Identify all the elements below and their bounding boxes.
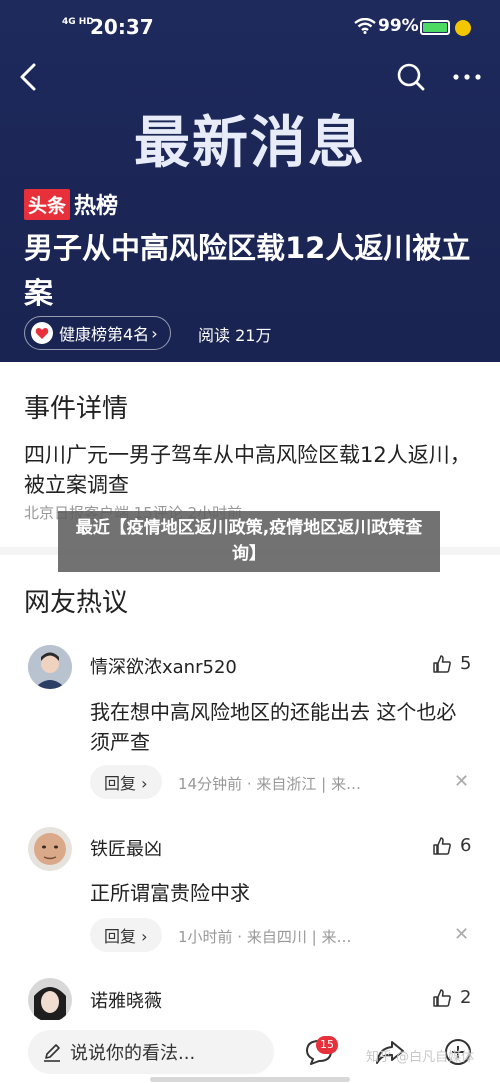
like-button[interactable]: 6 bbox=[432, 835, 471, 856]
commenter-name[interactable]: 情深欲浓xanr520 bbox=[90, 653, 237, 679]
thumbs-up-icon bbox=[433, 988, 451, 1007]
comment-meta: 1小时前 · 来自四川 | 来… bbox=[178, 928, 352, 946]
comment-meta: 14分钟前 · 来自浙江 | 来… bbox=[178, 775, 361, 793]
overlay-caption: 最近【疫情地区返川政策,疫情地区返川政策查询】 bbox=[58, 511, 440, 572]
avatar[interactable] bbox=[28, 645, 72, 689]
home-indicator[interactable] bbox=[150, 1077, 350, 1082]
banner-title: 最新消息 bbox=[134, 111, 366, 176]
close-icon[interactable]: ✕ bbox=[454, 924, 469, 945]
battery-percent: 99% bbox=[378, 16, 419, 36]
heart-icon bbox=[31, 322, 53, 344]
wifi-icon bbox=[354, 18, 376, 34]
status-bar: 4G HD 20:37 99% bbox=[0, 12, 500, 42]
like-button[interactable]: 2 bbox=[432, 987, 471, 1008]
avatar[interactable] bbox=[28, 978, 72, 1022]
comment-input-placeholder: 说说你的看法... bbox=[70, 1043, 196, 1064]
read-count: 阅读 21万 bbox=[198, 326, 272, 345]
commenter-name[interactable]: 铁匠最凶 bbox=[90, 835, 162, 861]
pencil-icon bbox=[44, 1044, 60, 1062]
like-button[interactable]: 5 bbox=[432, 653, 471, 674]
charging-icon bbox=[455, 20, 471, 36]
event-text[interactable]: 四川广元一男子驾车从中高风险区载12人返川，被立案调查 bbox=[24, 440, 480, 500]
thumbs-up-icon bbox=[433, 836, 451, 855]
discussion-section-title: 网友热议 bbox=[24, 588, 129, 618]
hot-list-label[interactable]: 头条 热榜 bbox=[24, 188, 118, 220]
like-count: 2 bbox=[460, 987, 472, 1008]
comment-text[interactable]: 正所谓富贵险中求 bbox=[90, 878, 470, 908]
clock: 20:37 bbox=[90, 15, 154, 39]
rank-pill[interactable]: 健康榜第4名 › bbox=[24, 316, 171, 350]
search-icon[interactable] bbox=[396, 62, 426, 92]
avatar[interactable] bbox=[28, 827, 72, 871]
hot-tag-suffix: 热榜 bbox=[74, 194, 119, 219]
commenter-name[interactable]: 诺雅晓薇 bbox=[90, 987, 162, 1013]
event-section-title: 事件详情 bbox=[24, 394, 129, 424]
back-chevron-icon[interactable] bbox=[16, 62, 42, 92]
more-dots-icon[interactable] bbox=[452, 70, 482, 84]
like-count: 6 bbox=[460, 835, 472, 856]
hot-tag: 头条 bbox=[24, 188, 71, 220]
battery-icon bbox=[420, 20, 450, 35]
chevron-right-icon: › bbox=[151, 323, 158, 343]
thumbs-up-icon bbox=[433, 654, 451, 673]
close-icon[interactable]: ✕ bbox=[454, 771, 469, 792]
rank-label: 健康榜第4名 bbox=[59, 325, 150, 344]
news-headline: 男子从中高风险区载12人返川被立案 bbox=[24, 231, 471, 310]
comment-input[interactable]: 说说你的看法... bbox=[28, 1030, 274, 1074]
comment-text[interactable]: 我在想中高风险地区的还能出去 这个也必须严查 bbox=[90, 697, 470, 757]
like-count: 5 bbox=[460, 653, 472, 674]
reply-button[interactable]: 回复 › bbox=[90, 918, 162, 952]
news-header: 4G HD 20:37 99% 最新消息 头条 热榜 男子从中高风险区载12人返川… bbox=[0, 0, 500, 362]
comment-count-badge: 15 bbox=[316, 1036, 338, 1054]
watermark: 知乎 @白凡自媒体 bbox=[366, 1050, 475, 1065]
reply-button[interactable]: 回复 › bbox=[90, 765, 162, 799]
